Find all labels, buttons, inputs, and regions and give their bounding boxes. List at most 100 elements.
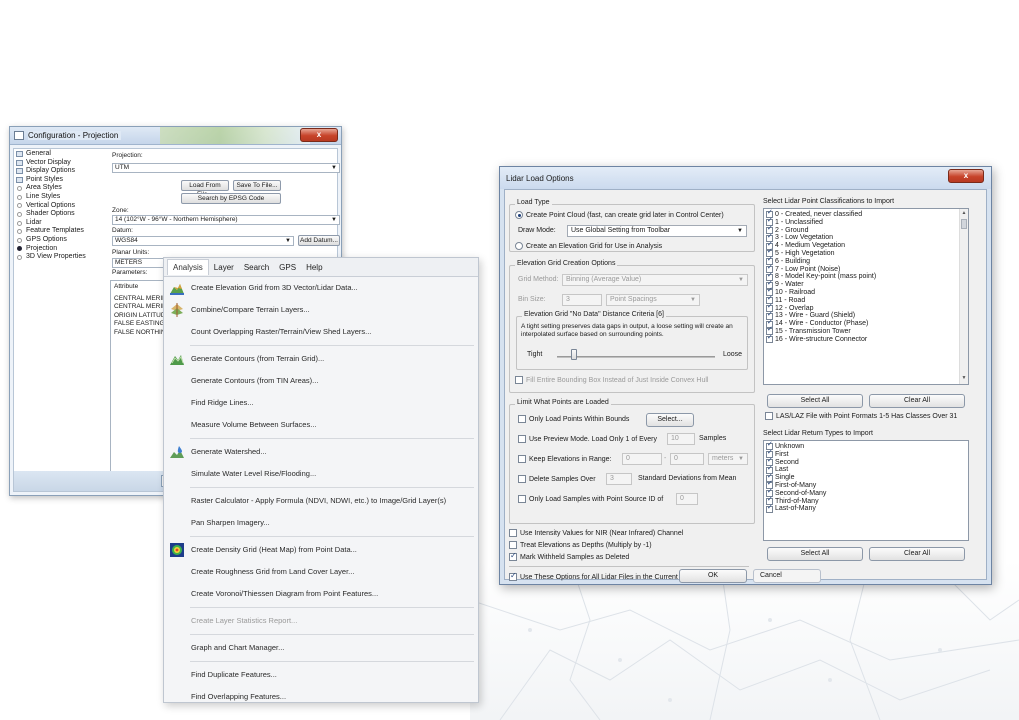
class-item[interactable]: 2 - Ground [764, 225, 968, 235]
config-close-button[interactable]: x [300, 128, 338, 142]
menu-tab-help[interactable]: Help [301, 260, 327, 275]
tree-item-projection[interactable]: Projection [16, 245, 108, 254]
return-type-item[interactable]: Unknown [764, 441, 968, 451]
menu-item-pan-sharpen-imagery[interactable]: Pan Sharpen Imagery... [164, 512, 478, 534]
point-cloud-radio[interactable] [515, 211, 523, 219]
use-for-all-checkbox[interactable] [509, 571, 517, 581]
add-datum-button[interactable]: Add Datum... [298, 235, 340, 246]
nodata-slider-thumb[interactable] [571, 349, 577, 360]
lidar-titlebar[interactable]: Lidar Load Options x [500, 167, 991, 189]
menu-item-find-overlapping-features[interactable]: Find Overlapping Features... [164, 686, 478, 708]
elev-units-select[interactable]: meters ▼ [708, 453, 748, 465]
treat-depths-checkbox[interactable] [509, 541, 517, 549]
class-item[interactable]: 0 - Created, never classified [764, 209, 968, 219]
tree-item-lidar[interactable]: Lidar [16, 219, 108, 228]
class-item[interactable]: 9 - Water [764, 280, 968, 289]
classes-select-all-button[interactable]: Select All [767, 394, 863, 408]
config-titlebar[interactable]: Configuration - Projection x [10, 127, 341, 145]
preview-mode-checkbox[interactable] [518, 435, 526, 443]
return-type-item[interactable]: Second-of-Many [764, 488, 968, 498]
menu-item-generate-contours-from-tin-areas[interactable]: Generate Contours (from TIN Areas)... [164, 370, 478, 392]
classes-clear-all-button[interactable]: Clear All [869, 394, 965, 408]
menu-item-graph-and-chart-manager[interactable]: Graph and Chart Manager... [164, 637, 478, 659]
returns-clear-all-button[interactable]: Clear All [869, 547, 965, 561]
menu-item-find-ridge-lines[interactable]: Find Ridge Lines... [164, 392, 478, 414]
class-item[interactable]: 15 - Transmission Tower [764, 326, 968, 336]
classes-scrollbar[interactable]: ▲ ▼ [959, 209, 968, 384]
bin-units-select[interactable]: Point Spacings ▼ [606, 294, 700, 306]
search-epsg-button[interactable]: Search by EPSG Code [181, 193, 281, 204]
tree-item-display-options[interactable]: Display Options [16, 167, 108, 176]
fill-bbox-checkbox[interactable] [515, 376, 523, 384]
elevation-grid-option[interactable]: Create an Elevation Grid for Use in Anal… [515, 242, 662, 250]
keep-elevations-checkbox[interactable] [518, 455, 526, 463]
las-note-option[interactable]: LAS/LAZ File with Point Formats 1-5 Has … [765, 412, 957, 420]
class-item[interactable]: 4 - Medium Vegetation [764, 241, 968, 250]
return-type-item[interactable]: Last [764, 465, 968, 474]
scroll-down-icon[interactable]: ▼ [960, 375, 968, 383]
returns-list[interactable]: UnknownFirstSecondLastSingleFirst-of-Man… [763, 440, 969, 541]
select-bounds-button[interactable]: Select... [646, 413, 694, 427]
scroll-thumb[interactable] [961, 219, 967, 229]
menu-item-count-overlapping-raster-terrain-view-sh[interactable]: Count Overlapping Raster/Terrain/View Sh… [164, 321, 478, 343]
tree-item-point-styles[interactable]: Point Styles [16, 176, 108, 185]
tree-item-area-styles[interactable]: Area Styles [16, 184, 108, 193]
preview-every-input[interactable]: 10 [667, 433, 695, 445]
preview-mode-option[interactable]: Use Preview Mode. Load Only 1 of Every [518, 435, 657, 443]
keep-elevations-option[interactable]: Keep Elevations in Range: [518, 455, 612, 463]
return-type-item[interactable]: Last-of-Many [764, 504, 968, 513]
class-item[interactable]: 6 - Building [764, 256, 968, 266]
tree-item-3d-view-properties[interactable]: 3D View Properties [16, 253, 108, 262]
class-item[interactable]: 11 - Road [764, 295, 968, 305]
class-item[interactable]: 14 - Wire - Conductor (Phase) [764, 319, 968, 328]
menu-item-create-elevation-grid-from-3d-vector-lid[interactable]: Create Elevation Grid from 3D Vector/Lid… [164, 277, 478, 299]
class-item[interactable]: 8 - Model Key-point (mass point) [764, 272, 968, 281]
zone-select[interactable]: 14 (102°W - 96°W - Northern Hemisphere) … [112, 215, 340, 225]
tree-item-shader-options[interactable]: Shader Options [16, 210, 108, 219]
delete-over-checkbox[interactable] [518, 475, 526, 483]
grid-method-select[interactable]: Binning (Average Value) ▼ [562, 274, 748, 286]
projection-select[interactable]: UTM ▼ [112, 163, 340, 173]
treat-depths-option[interactable]: Treat Elevations as Depths (Multiply by … [509, 541, 652, 549]
las-note-checkbox[interactable] [765, 412, 773, 420]
ok-button[interactable]: OK [679, 569, 747, 583]
tree-item-feature-templates[interactable]: Feature Templates [16, 227, 108, 236]
menu-item-measure-volume-between-surfaces[interactable]: Measure Volume Between Surfaces... [164, 414, 478, 436]
cancel-button[interactable]: Cancel [753, 569, 821, 583]
menu-tab-search[interactable]: Search [239, 260, 274, 275]
elev-min-input[interactable]: 0 [622, 453, 662, 465]
mark-withheld-checkbox[interactable] [509, 551, 517, 561]
delete-over-option[interactable]: Delete Samples Over [518, 475, 596, 483]
class-checkbox[interactable] [766, 334, 773, 344]
return-type-item[interactable]: Single [764, 473, 968, 482]
menu-tab-layer[interactable]: Layer [209, 260, 239, 275]
menu-item-raster-calculator-apply-formula-ndvi-ndw[interactable]: Raster Calculator - Apply Formula (NDVI,… [164, 490, 478, 512]
tree-item-line-styles[interactable]: Line Styles [16, 193, 108, 202]
class-item[interactable]: 5 - High Vegetation [764, 248, 968, 258]
menu-item-simulate-water-level-rise-flooding[interactable]: Simulate Water Level Rise/Flooding... [164, 463, 478, 485]
class-item[interactable]: 16 - Wire-structure Connector [764, 334, 968, 344]
menu-item-find-duplicate-features[interactable]: Find Duplicate Features... [164, 664, 478, 686]
menu-tab-gps[interactable]: GPS [274, 260, 301, 275]
return-type-item[interactable]: First [764, 449, 968, 459]
within-bounds-option[interactable]: Only Load Points Within Bounds [518, 415, 629, 423]
menu-item-generate-watershed[interactable]: Generate Watershed... [164, 441, 478, 463]
return-type-checkbox[interactable] [766, 504, 773, 513]
tree-item-vector-display[interactable]: Vector Display [16, 159, 108, 168]
source-id-option[interactable]: Only Load Samples with Point Source ID o… [518, 495, 663, 503]
intensity-nir-checkbox[interactable] [509, 529, 517, 537]
intensity-nir-option[interactable]: Use Intensity Values for NIR (Near Infra… [509, 529, 683, 537]
return-type-item[interactable]: Second [764, 457, 968, 467]
mark-withheld-option[interactable]: Mark Withheld Samples as Deleted [509, 551, 629, 561]
menu-item-create-density-grid-heat-map-from-point-[interactable]: Create Density Grid (Heat Map) from Poin… [164, 539, 478, 561]
class-item[interactable]: 13 - Wire - Guard (Shield) [764, 311, 968, 320]
menu-item-combine-compare-terrain-layers[interactable]: Combine/Compare Terrain Layers... [164, 299, 478, 321]
scroll-up-icon[interactable]: ▲ [960, 210, 968, 218]
within-bounds-checkbox[interactable] [518, 415, 526, 423]
datum-select[interactable]: WGS84 ▼ [112, 236, 294, 246]
source-id-checkbox[interactable] [518, 495, 526, 503]
draw-mode-select[interactable]: Use Global Setting from Toolbar ▼ [567, 225, 747, 237]
elevation-grid-radio[interactable] [515, 242, 523, 250]
tree-item-gps-options[interactable]: GPS Options [16, 236, 108, 245]
class-item[interactable]: 12 - Overlap [764, 303, 968, 313]
